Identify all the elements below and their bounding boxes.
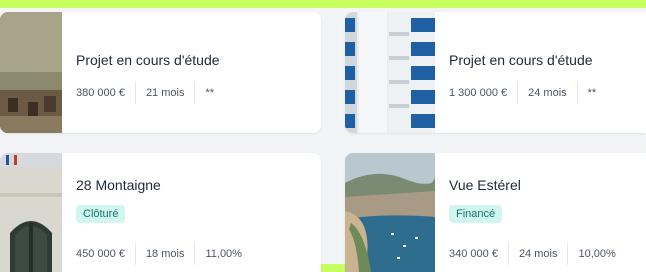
status-badge: Clôturé [76, 205, 126, 223]
project-card[interactable]: Projet en cours d'étude 1 300 000 € 24 m… [345, 12, 646, 133]
project-title: Projet en cours d'étude [449, 52, 593, 68]
project-card[interactable]: Vue Estérel Financé 340 000 € 24 mois 10… [345, 153, 646, 272]
project-amount: 450 000 € [76, 248, 125, 260]
project-photo [0, 12, 62, 133]
project-rate: ** [587, 87, 597, 99]
project-amount: 380 000 € [76, 87, 125, 99]
project-rate: ** [205, 87, 215, 99]
project-card[interactable]: 28 Montaigne Clôturé 450 000 € 18 mois 1… [0, 153, 321, 272]
project-photo [345, 12, 435, 133]
project-duration: 18 mois [145, 248, 185, 260]
project-card[interactable]: Projet en cours d'étude 380 000 € 21 moi… [0, 12, 321, 133]
project-title: 28 Montaigne [76, 177, 161, 193]
project-rate: 11,00% [205, 248, 242, 260]
project-stats: 340 000 € 24 mois 10,00% [449, 243, 626, 265]
status-badge: Financé [449, 205, 503, 223]
project-stats: 450 000 € 18 mois 11,00% [76, 243, 252, 265]
project-duration: 24 mois [518, 248, 558, 260]
project-photo [345, 153, 435, 272]
project-title: Vue Estérel [449, 177, 521, 193]
project-amount: 1 300 000 € [449, 87, 508, 99]
project-photo [0, 153, 62, 272]
project-rate: 10,00% [578, 248, 616, 260]
project-amount: 340 000 € [449, 248, 498, 260]
project-title: Projet en cours d'étude [76, 52, 220, 68]
project-stats: 1 300 000 € 24 mois ** [449, 82, 606, 104]
project-stats: 380 000 € 21 mois ** [76, 82, 224, 104]
project-duration: 24 mois [528, 87, 567, 99]
project-list: Projet en cours d'étude 380 000 € 21 moi… [0, 0, 646, 272]
project-duration: 21 mois [145, 87, 185, 99]
